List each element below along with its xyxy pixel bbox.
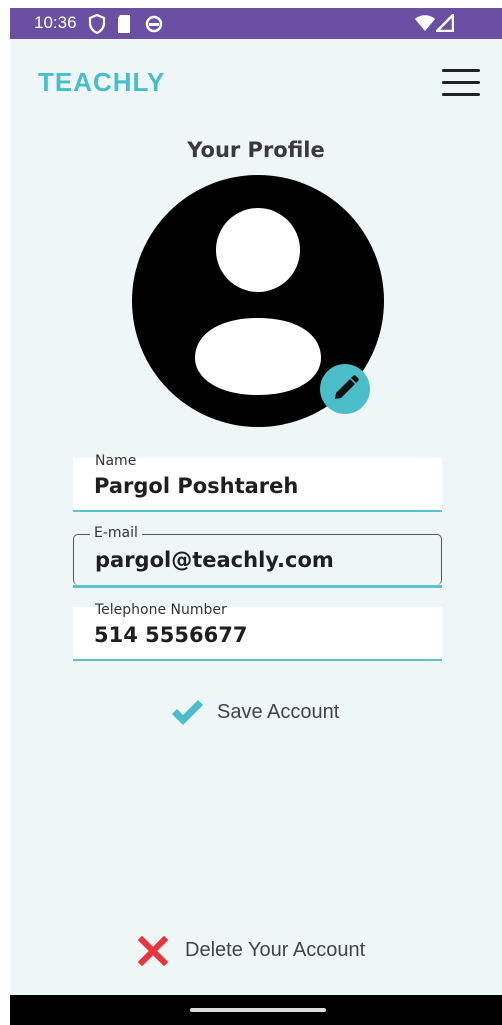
email-field[interactable]: E-mail pargol@teachly.com xyxy=(73,526,442,585)
phone-value[interactable]: 514 5556677 xyxy=(94,623,247,647)
name-field[interactable]: Name Pargol Poshtareh xyxy=(73,454,442,512)
save-account-button[interactable]: Save Account xyxy=(170,698,339,728)
pencil-icon xyxy=(335,375,359,399)
app-screen: 10:36 TEACHLY Your Profile Name Pargol P… xyxy=(10,8,502,1025)
save-account-label: Save Account xyxy=(217,701,340,723)
system-nav-bar xyxy=(10,995,502,1025)
app-bar: TEACHLY xyxy=(10,39,502,119)
delete-account-label: Delete Your Account xyxy=(185,939,366,961)
email-value[interactable]: pargol@teachly.com xyxy=(95,548,334,572)
delete-account-button[interactable]: Delete Your Account xyxy=(137,935,365,968)
phone-label: Telephone Number xyxy=(95,602,227,618)
signal-icon xyxy=(433,11,455,36)
name-label: Name xyxy=(95,453,137,469)
teachly-logo[interactable]: TEACHLY xyxy=(38,67,165,98)
shield-icon xyxy=(88,13,106,38)
email-label: E-mail xyxy=(90,526,142,540)
hamburger-menu-icon[interactable] xyxy=(442,69,480,99)
status-bar: 10:36 xyxy=(10,8,502,39)
checkmark-icon xyxy=(172,700,203,725)
home-gesture-handle[interactable] xyxy=(190,1008,326,1012)
edit-photo-button[interactable] xyxy=(320,364,370,414)
email-underline xyxy=(73,585,442,588)
sd-card-icon xyxy=(116,14,132,38)
page-title: Your Profile xyxy=(187,138,325,162)
circle-icon xyxy=(144,14,164,38)
wifi-icon xyxy=(414,14,436,36)
status-time: 10:36 xyxy=(34,13,77,32)
phone-field[interactable]: Telephone Number 514 5556677 xyxy=(73,603,442,661)
close-x-icon xyxy=(137,935,169,967)
name-value[interactable]: Pargol Poshtareh xyxy=(94,474,298,498)
